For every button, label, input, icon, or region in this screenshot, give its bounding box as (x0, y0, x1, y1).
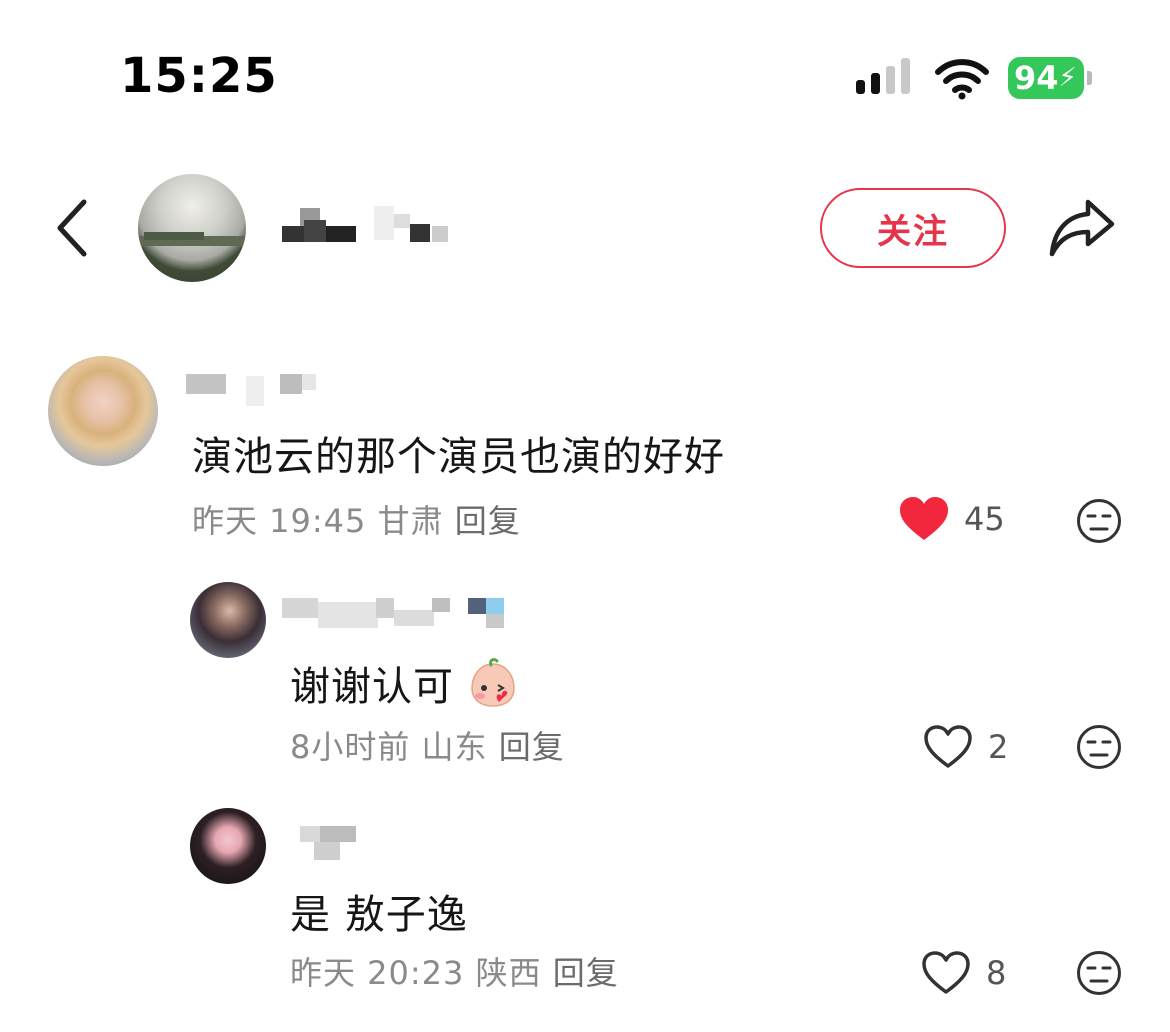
author-avatar[interactable] (138, 174, 246, 282)
comment-location: 山东 (421, 728, 488, 766)
commenter-avatar[interactable] (190, 582, 266, 658)
heart-icon (900, 497, 948, 540)
commenter-name[interactable] (186, 370, 326, 410)
reply-button[interactable]: 回复 (455, 502, 521, 540)
battery-icon: 94 ⚡ (1008, 57, 1092, 99)
reply-button[interactable]: 回复 (499, 728, 565, 766)
comment-text: 谢谢认可 (290, 654, 518, 712)
follow-button[interactable]: 关注 (820, 188, 1006, 268)
comment-time: 昨天 20:23 (290, 954, 465, 992)
comment-meta: 昨天 20:23 陕西 回复 (290, 948, 619, 994)
comment-location: 甘肃 (377, 502, 444, 540)
comment-location: 陕西 (475, 954, 542, 992)
comment-meta: 昨天 19:45 甘肃 回复 (192, 496, 521, 542)
heart-outline-icon (924, 725, 972, 768)
like-button[interactable]: 2 (922, 724, 1008, 770)
blush-sticker-icon (470, 658, 515, 707)
comment-text: 是 敖子逸 (290, 892, 468, 938)
author-name[interactable] (282, 200, 452, 244)
like-button[interactable]: 45 (898, 496, 1005, 542)
comment-time: 8小时前 (290, 728, 411, 766)
like-button[interactable]: 8 (920, 950, 1006, 996)
heart-outline-icon (922, 951, 970, 994)
commenter-avatar[interactable] (190, 808, 266, 884)
back-icon[interactable] (52, 196, 92, 260)
signal-icon (856, 58, 910, 94)
commenter-name[interactable] (282, 596, 512, 636)
share-icon[interactable] (1048, 196, 1118, 260)
commenter-name[interactable] (300, 824, 360, 864)
reply-button[interactable]: 回复 (553, 954, 619, 992)
like-count: 8 (986, 954, 1007, 992)
comment-text-content: 谢谢认可 (290, 664, 454, 710)
comment-text: 演池云的那个演员也演的好好 (192, 434, 725, 480)
emoji-icon[interactable] (1076, 950, 1122, 996)
like-count: 45 (964, 500, 1005, 538)
wifi-icon (935, 59, 989, 100)
comment-time: 昨天 19:45 (192, 502, 367, 540)
comment-meta: 8小时前 山东 回复 (290, 722, 565, 768)
like-count: 2 (988, 728, 1009, 766)
battery-level: 94 (1014, 59, 1059, 97)
emoji-icon[interactable] (1076, 498, 1122, 544)
status-time: 15:25 (120, 48, 278, 104)
emoji-icon[interactable] (1076, 724, 1122, 770)
commenter-avatar[interactable] (48, 356, 158, 466)
